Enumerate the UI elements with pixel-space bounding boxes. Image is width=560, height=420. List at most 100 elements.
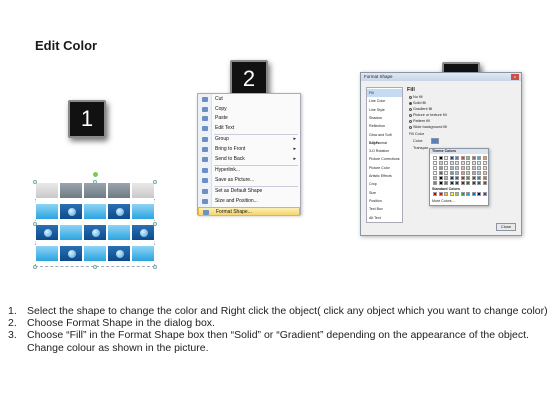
more-colors-link[interactable]: More Colors... xyxy=(432,199,455,203)
shape-cell[interactable] xyxy=(83,182,107,199)
color-swatch[interactable] xyxy=(466,176,470,180)
shape-cell[interactable] xyxy=(59,245,83,262)
standard-color-swatch[interactable] xyxy=(477,192,481,196)
color-swatch[interactable] xyxy=(455,161,459,165)
sidebar-item-shadow[interactable]: Shadow xyxy=(367,114,402,122)
resize-handle[interactable] xyxy=(93,180,97,184)
color-swatch[interactable] xyxy=(444,176,448,180)
fill-option-solid-fill[interactable]: Solid fill xyxy=(409,101,426,105)
color-swatch[interactable] xyxy=(449,171,454,175)
standard-color-swatch[interactable] xyxy=(449,192,454,196)
color-swatch[interactable] xyxy=(471,161,476,165)
standard-color-swatch[interactable] xyxy=(482,192,487,196)
color-swatch[interactable] xyxy=(477,181,481,185)
color-swatch[interactable] xyxy=(466,166,470,170)
color-swatch[interactable] xyxy=(455,171,459,175)
standard-color-swatch[interactable] xyxy=(438,192,443,196)
sidebar-item-artistic-effects[interactable]: Artistic Effects xyxy=(367,172,402,180)
color-swatch[interactable] xyxy=(471,156,476,160)
standard-color-swatch[interactable] xyxy=(471,192,476,196)
shape-cell[interactable] xyxy=(35,224,59,241)
shape-cell[interactable] xyxy=(131,245,155,262)
standard-color-swatch[interactable] xyxy=(433,192,437,196)
color-swatch[interactable] xyxy=(482,171,487,175)
color-swatch[interactable] xyxy=(455,181,459,185)
shape-cell[interactable] xyxy=(107,245,131,262)
color-swatch[interactable] xyxy=(482,156,487,160)
fill-option-picture-or-texture-fill[interactable]: Picture or texture fill xyxy=(409,113,447,117)
menu-item-size-and-position[interactable]: Size and Position... xyxy=(198,197,300,206)
shape-cell[interactable] xyxy=(107,203,131,220)
sidebar-item-alt-text[interactable]: Alt Text xyxy=(367,214,402,222)
standard-color-swatch[interactable] xyxy=(466,192,470,196)
fill-option-gradient-fill[interactable]: Gradient fill xyxy=(409,107,432,111)
standard-color-swatch[interactable] xyxy=(460,192,465,196)
color-swatch[interactable] xyxy=(466,161,470,165)
shape-cell[interactable] xyxy=(35,182,59,199)
sidebar-item-glow-and-soft-edges[interactable]: Glow and Soft Edges xyxy=(367,131,402,145)
color-swatch[interactable] xyxy=(466,171,470,175)
resize-handle[interactable] xyxy=(153,222,157,226)
shape-cell[interactable] xyxy=(107,224,131,241)
sidebar-item-3-d-rotation[interactable]: 3-D Rotation xyxy=(367,147,402,155)
menu-item-format-shape[interactable]: Format Shape... xyxy=(198,206,300,216)
shape-cell[interactable] xyxy=(83,224,107,241)
color-swatch[interactable] xyxy=(449,156,454,160)
color-swatch[interactable] xyxy=(444,156,448,160)
color-swatch[interactable] xyxy=(477,166,481,170)
sidebar-item-picture-color[interactable]: Picture Color xyxy=(367,164,402,172)
shape-cell[interactable] xyxy=(83,245,107,262)
color-swatch[interactable] xyxy=(466,181,470,185)
resize-handle[interactable] xyxy=(33,222,37,226)
color-swatch[interactable] xyxy=(433,181,437,185)
shape-cell[interactable] xyxy=(59,224,83,241)
close-button[interactable]: Close xyxy=(496,223,516,231)
color-swatch[interactable] xyxy=(438,156,443,160)
fill-option-slide-background-fill[interactable]: Slide background fill xyxy=(409,125,447,129)
shape-cell[interactable] xyxy=(107,182,131,199)
color-swatch[interactable] xyxy=(455,156,459,160)
shape-cell[interactable] xyxy=(59,203,83,220)
shape-cell[interactable] xyxy=(131,224,155,241)
resize-handle[interactable] xyxy=(153,265,157,269)
color-swatch[interactable] xyxy=(460,156,465,160)
color-swatch[interactable] xyxy=(471,181,476,185)
shape-cell[interactable] xyxy=(83,203,107,220)
sidebar-item-reflection[interactable]: Reflection xyxy=(367,122,402,130)
sidebar-item-size[interactable]: Size xyxy=(367,189,402,197)
color-swatch[interactable] xyxy=(460,176,465,180)
menu-item-send-to-back[interactable]: Send to Back ▸ xyxy=(198,155,300,164)
color-swatch[interactable] xyxy=(471,176,476,180)
fill-option-no-fill[interactable]: No fill xyxy=(409,95,423,99)
resize-handle[interactable] xyxy=(33,265,37,269)
color-dropdown-button[interactable] xyxy=(431,138,439,144)
resize-handle[interactable] xyxy=(93,265,97,269)
menu-item-cut[interactable]: Cut xyxy=(198,95,300,104)
color-swatch[interactable] xyxy=(438,181,443,185)
shape-cell[interactable] xyxy=(59,182,83,199)
color-swatch[interactable] xyxy=(444,161,448,165)
radio-icon[interactable] xyxy=(409,113,412,117)
sidebar-item-crop[interactable]: Crop xyxy=(367,180,402,188)
shape-cell[interactable] xyxy=(131,203,155,220)
color-swatch[interactable] xyxy=(433,156,437,160)
menu-item-hyperlink[interactable]: Hyperlink... xyxy=(198,166,300,175)
standard-color-swatch[interactable] xyxy=(455,192,459,196)
color-swatch[interactable] xyxy=(477,156,481,160)
shape-cell[interactable] xyxy=(35,245,59,262)
rotation-handle[interactable] xyxy=(93,172,98,177)
radio-icon[interactable] xyxy=(409,125,412,129)
sidebar-item-position[interactable]: Position xyxy=(367,197,402,205)
sidebar-item-text-box[interactable]: Text Box xyxy=(367,205,402,213)
color-swatch[interactable] xyxy=(433,166,437,170)
color-swatch[interactable] xyxy=(438,161,443,165)
menu-item-paste[interactable]: Paste xyxy=(198,114,300,123)
selected-shape-grid[interactable] xyxy=(33,172,157,269)
color-swatch[interactable] xyxy=(477,161,481,165)
radio-icon[interactable] xyxy=(409,107,412,111)
color-swatch[interactable] xyxy=(466,156,470,160)
menu-item-save-as-picture[interactable]: Save as Picture... xyxy=(198,176,300,185)
radio-icon[interactable] xyxy=(409,101,412,105)
menu-item-group[interactable]: Group ▸ xyxy=(198,135,300,144)
color-swatch[interactable] xyxy=(455,166,459,170)
